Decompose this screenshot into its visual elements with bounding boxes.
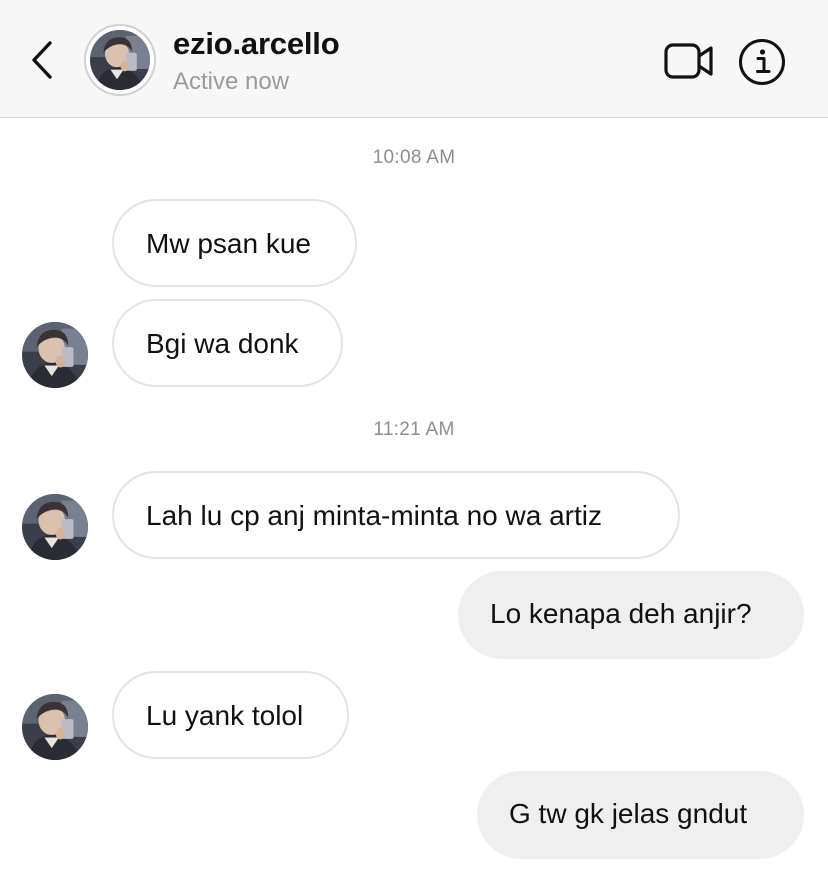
profile-avatar-image [90, 30, 150, 90]
timestamp: 11:21 AM [373, 419, 455, 440]
chevron-left-icon [32, 41, 52, 79]
incoming-message[interactable]: Mw psan kue [112, 199, 357, 287]
sender-avatar[interactable] [22, 322, 88, 388]
outgoing-message[interactable]: Lo kenapa deh anjir? [458, 571, 804, 659]
video-call-button[interactable] [662, 40, 716, 82]
dm-chat-screen: ezio.arcello Active now 10:08 AM 11:21 A… [0, 0, 828, 896]
timestamp: 10:08 AM [372, 147, 456, 168]
incoming-message[interactable]: Bgi wa donk [112, 299, 343, 387]
header-avatar[interactable] [84, 24, 156, 96]
outgoing-message[interactable]: G tw gk jelas gndut [477, 771, 804, 859]
incoming-message[interactable]: Lah lu cp anj minta-minta no wa artiz [112, 471, 680, 559]
back-button[interactable] [22, 36, 62, 84]
sender-avatar[interactable] [22, 494, 88, 560]
video-camera-icon [664, 43, 713, 79]
info-icon [739, 39, 785, 85]
chat-header: ezio.arcello Active now [0, 0, 828, 118]
sender-avatar[interactable] [22, 694, 88, 760]
chat-username[interactable]: ezio.arcello [173, 26, 340, 62]
info-button[interactable] [736, 36, 788, 88]
incoming-message[interactable]: Lu yank tolol [112, 671, 349, 759]
active-status: Active now [173, 68, 290, 95]
